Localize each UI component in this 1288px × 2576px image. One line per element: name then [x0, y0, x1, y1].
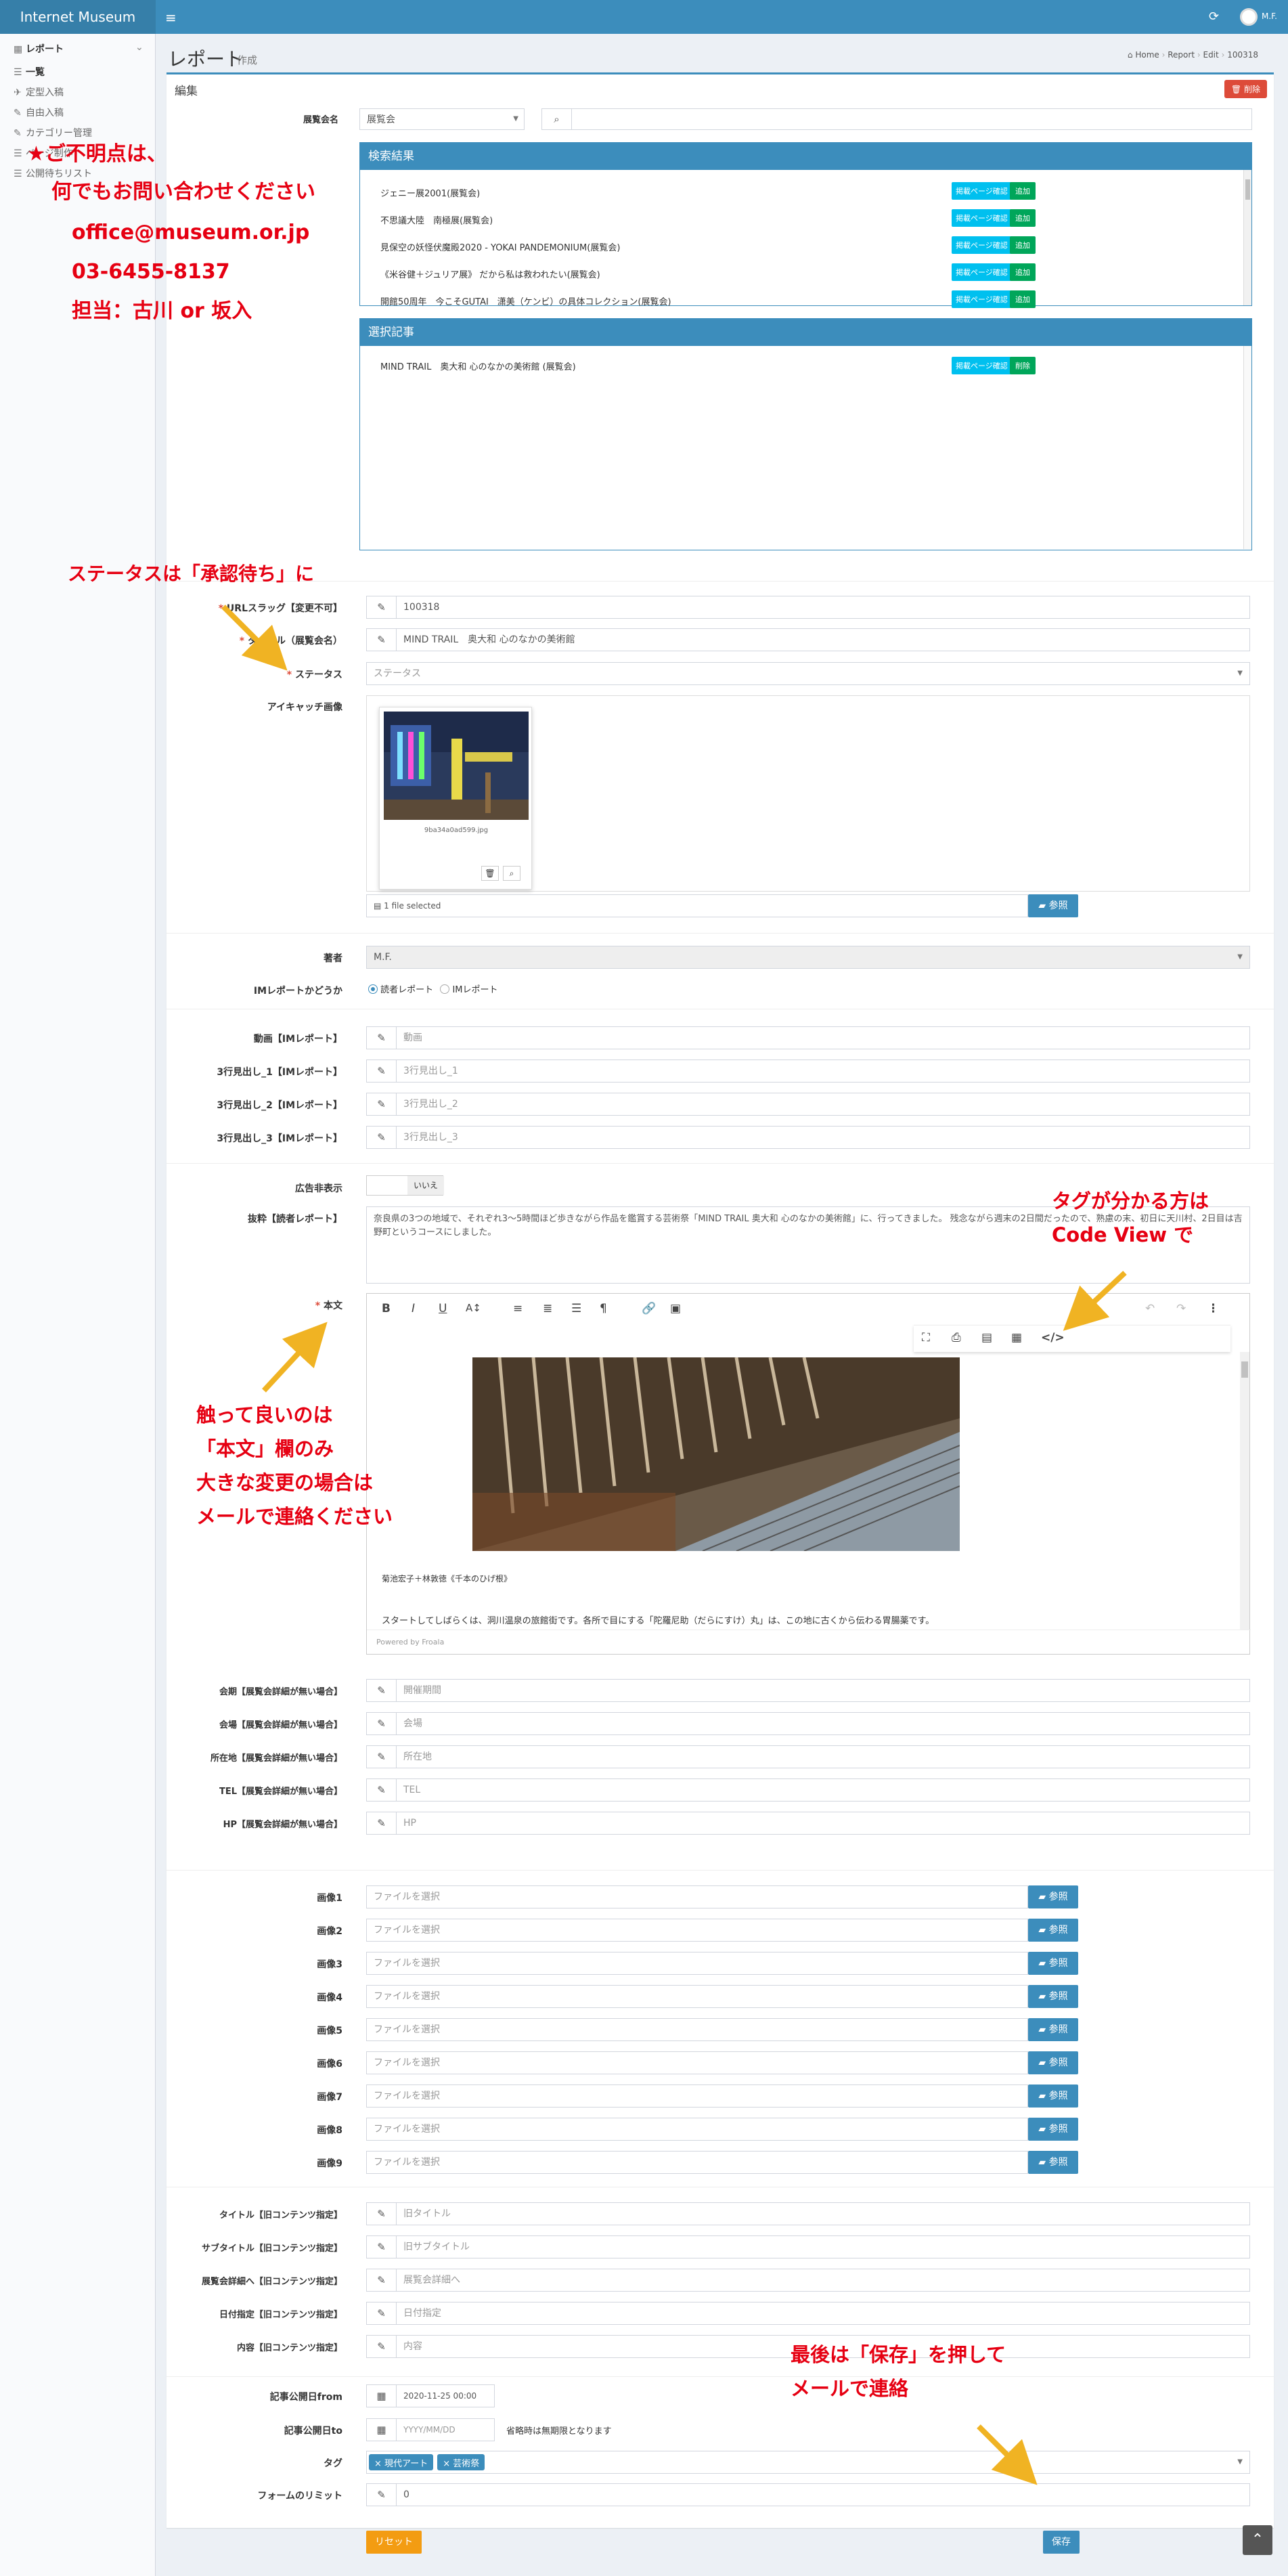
annotation-arrows — [221, 605, 1127, 2485]
